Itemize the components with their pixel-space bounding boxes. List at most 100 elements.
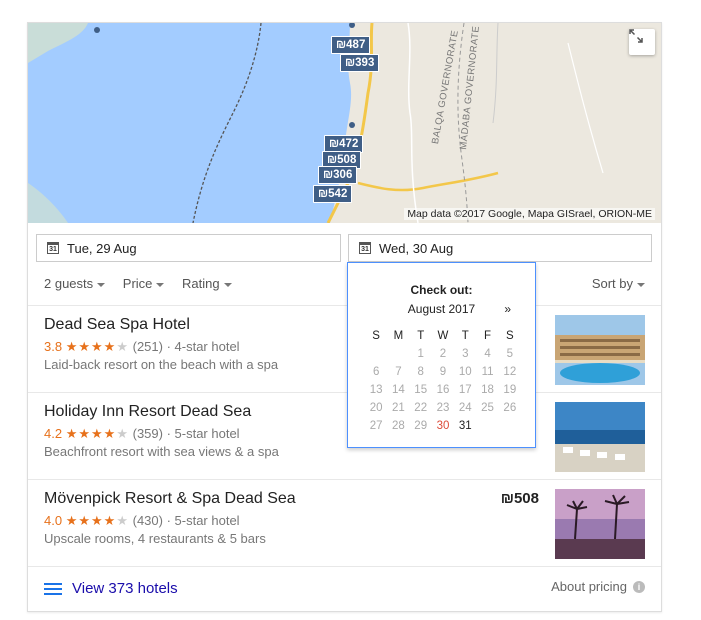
chevron-down-icon [97,282,106,287]
hotel-class: 5-star hotel [174,426,240,441]
check-in-date-field[interactable]: 31 Tue, 29 Aug [36,234,341,262]
calendar-day: 29 [414,420,428,432]
hotel-price: ₪508 [500,490,539,507]
next-month-button[interactable]: » [504,302,511,316]
calendar-icon: 31 [47,242,59,254]
calendar-weekday: S [505,330,514,342]
calendar-day: 8 [417,366,424,378]
guests-filter[interactable]: 2 guests [44,276,106,291]
review-count: (430) [132,513,163,528]
calendar-day: 28 [392,420,405,432]
calendar-weekday-row: S M TWT F S [365,327,521,345]
calendar-day: 14 [392,384,405,396]
calendar-week-row: 20 21 22 23 24 25 26 [365,399,521,417]
calendar-weekday: S [372,330,380,342]
calendar-day: 3 [462,348,469,360]
hotel-thumbnail[interactable] [555,402,645,472]
calendar-day [365,345,387,363]
calendar-day: 27 [369,420,383,432]
calendar-day: 18 [481,384,494,396]
calendar-day: 1 [417,348,424,360]
calendar-day: 6 [372,366,380,378]
calendar-day: 13 [369,384,383,396]
hotel-class: 5-star hotel [174,513,240,528]
calendar-weekday: T [417,330,425,342]
map-price-pin[interactable]: ₪306 [318,166,358,184]
map-price-pin[interactable]: ₪393 [340,54,380,72]
calendar-day: 22 [414,402,428,414]
price-filter-label: Price [122,276,153,291]
calendar-day: 24 [458,402,472,414]
divider [28,566,661,567]
sort-label: Sort by [591,276,633,291]
calendar-day: 23 [436,402,450,414]
calendar-day [499,417,521,435]
hotel-list-item[interactable]: Holiday Inn Resort Dead Sea 4.2 ★★★★★ (3… [28,393,661,479]
hotel-description: Upscale rooms, 4 restaurants & 5 bars [44,531,266,546]
hotel-name: Dead Sea Spa Hotel [44,316,190,333]
hotel-name: Mövenpick Resort & Spa Dead Sea [44,490,296,507]
calendar-day: 19 [503,384,517,396]
check-out-date-field[interactable]: 31 Wed, 30 Aug [348,234,652,262]
calendar-title: Check out: [410,283,473,297]
calendar-day: 16 [436,384,450,396]
calendar-day: 15 [414,384,428,396]
chevron-down-icon [223,282,232,287]
hotel-rating: 4.0 ★★★★★ (430) · 5-star hotel [44,513,240,528]
rating-score: 3.8 [44,339,63,354]
rating-score: 4.2 [44,426,63,441]
hotel-list-item[interactable]: Mövenpick Resort & Spa Dead Sea 4.0 ★★★★… [28,480,661,566]
calendar-day [476,417,498,435]
chevron-down-icon [637,282,645,287]
calendar-week-row: 6 7 8 9 10 11 12 [365,363,521,381]
hotel-description: Laid-back resort on the beach with a spa [44,357,279,372]
hotel-description: Beachfront resort with sea views & a spa [44,444,279,459]
calendar-day: 11 [481,366,494,378]
calendar-day: 10 [458,366,472,378]
calendar-day: 4 [484,348,491,360]
map[interactable]: ₪487 ₪393 ₪472 ₪508 ₪306 ₪542 BALQA GOVE… [28,23,661,223]
calendar-week-row: 13 14 15 16 17 18 19 [365,381,521,399]
check-out-calendar-popup: Check out: August 2017 » SMTWTFS12345678… [347,262,536,448]
hotel-thumbnail[interactable] [555,489,645,559]
about-pricing-label: About pricing [551,579,627,594]
expand-icon [629,29,643,43]
calendar-day: 9 [439,366,447,378]
check-out-date: Wed, 30 Aug [379,240,454,256]
calendar-day: 17 [458,384,472,396]
calendar-weekday: M [393,330,404,342]
view-all-label: View 373 hotels [72,580,178,597]
calendar-day: 12 [503,366,517,378]
calendar-weekday: T [461,330,469,342]
calendar-day[interactable]: 31 [454,417,476,435]
calendar-day: 25 [481,402,494,414]
hotel-list-item[interactable]: Dead Sea Spa Hotel 3.8 ★★★★★ (251) · 4-s… [28,306,661,392]
star-rating-icon: ★★★★★ [65,426,129,441]
hotel-thumbnail[interactable] [555,315,645,385]
map-price-pin[interactable]: ₪487 [331,36,371,54]
rating-filter[interactable]: Rating [182,276,232,291]
calendar-day: 2 [439,348,447,360]
view-all-hotels-link[interactable]: View 373 hotels [44,580,178,597]
hotel-rating: 3.8 ★★★★★ (251) · 4-star hotel [44,339,240,354]
calendar-day [387,345,409,363]
map-credit: Map data ©2017 Google, Mapa GISrael, ORI… [404,208,655,220]
calendar-week-row: 27 28 29 30 31 [365,417,521,435]
star-rating-icon: ★★★★★ [65,339,129,354]
sort-dropdown[interactable]: Sort by [592,276,645,291]
filter-bar: 2 guests Price Rating [44,276,246,291]
about-pricing-link[interactable]: About pricing i [551,579,645,594]
chevron-down-icon [156,282,165,287]
hotel-name: Holiday Inn Resort Dead Sea [44,403,252,420]
price-filter[interactable]: Price [123,276,165,291]
calendar-day: 20 [369,402,383,414]
check-in-date: Tue, 29 Aug [67,240,137,256]
star-rating-icon: ★★★★★ [65,513,129,528]
rating-score: 4.0 [44,513,63,528]
calendar-day[interactable]: 30 [432,417,454,435]
calendar-icon: 31 [359,242,371,254]
review-count: (251) [132,339,163,354]
map-expand-button[interactable] [629,29,655,55]
rating-filter-label: Rating [182,276,220,291]
map-price-pin[interactable]: ₪542 [313,185,353,203]
